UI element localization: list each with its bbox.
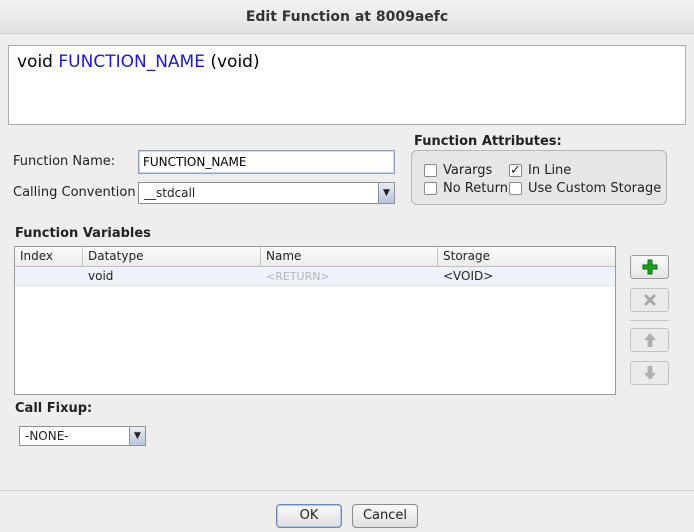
column-header-name[interactable]: Name (261, 247, 438, 267)
checkbox-unchecked-icon[interactable] (424, 164, 437, 177)
remove-variable-button[interactable] (630, 288, 669, 312)
dialog-button-bar: OK Cancel (0, 490, 694, 532)
column-header-index[interactable]: Index (15, 247, 83, 267)
add-variable-button[interactable] (630, 255, 669, 279)
move-down-button[interactable] (630, 361, 669, 385)
arrow-down-icon (643, 366, 656, 380)
custom-storage-label: Use Custom Storage (528, 181, 662, 196)
calling-convention-value: __stdcall (144, 186, 196, 200)
cell-datatype[interactable]: void (83, 267, 261, 286)
signature-params: (void) (210, 52, 260, 72)
window-title: Edit Function at 8009aefc (0, 0, 694, 34)
checkbox-checked-icon[interactable]: ✓ (509, 164, 522, 177)
chevron-down-icon[interactable]: ▼ (378, 183, 394, 203)
side-button-separator (630, 320, 669, 321)
x-icon (644, 294, 655, 306)
signature-editor[interactable]: void FUNCTION_NAME (void) (8, 45, 686, 125)
no-return-checkbox[interactable]: No Return (424, 181, 508, 196)
inline-checkbox[interactable]: ✓ In Line (509, 163, 571, 178)
move-up-button[interactable] (630, 328, 669, 352)
function-attributes-title: Function Attributes: (414, 134, 562, 149)
varargs-checkbox[interactable]: Varargs (424, 163, 492, 178)
call-fixup-select[interactable]: -NONE- ▼ (19, 426, 146, 446)
ok-button[interactable]: OK (276, 504, 342, 528)
calling-convention-label: Calling Convention (13, 185, 136, 200)
call-fixup-label: Call Fixup: (15, 401, 93, 416)
arrow-up-icon (643, 333, 656, 347)
inline-label: In Line (528, 163, 572, 178)
function-variables-table[interactable]: Index Datatype Name Storage void <RETURN… (14, 246, 616, 395)
custom-storage-checkbox[interactable]: Use Custom Storage (509, 181, 661, 196)
checkbox-unchecked-icon[interactable] (424, 182, 437, 195)
column-header-datatype[interactable]: Datatype (83, 247, 261, 267)
signature-function-name: FUNCTION_NAME (58, 52, 205, 72)
cell-storage[interactable]: <VOID> (438, 267, 615, 286)
function-attributes-panel: Varargs ✓ In Line No Return Use Custom S… (411, 150, 667, 205)
function-variables-title: Function Variables (15, 226, 151, 241)
cell-name[interactable]: <RETURN> (261, 267, 438, 286)
checkbox-unchecked-icon[interactable] (509, 182, 522, 195)
call-fixup-value: -NONE- (25, 429, 69, 443)
table-row[interactable]: void <RETURN> <VOID> (15, 267, 615, 286)
signature-return-type: void (17, 52, 53, 72)
calling-convention-select[interactable]: __stdcall ▼ (138, 182, 395, 204)
chevron-down-icon[interactable]: ▼ (129, 427, 145, 445)
cancel-button[interactable]: Cancel (352, 504, 418, 528)
table-header: Index Datatype Name Storage (15, 247, 615, 267)
function-name-input[interactable]: FUNCTION_NAME (138, 150, 395, 174)
plus-icon (642, 259, 657, 275)
function-name-label: Function Name: (13, 154, 116, 169)
no-return-label: No Return (443, 181, 508, 196)
varargs-label: Varargs (443, 163, 493, 178)
column-header-storage[interactable]: Storage (438, 247, 615, 267)
cell-index[interactable] (15, 267, 83, 286)
